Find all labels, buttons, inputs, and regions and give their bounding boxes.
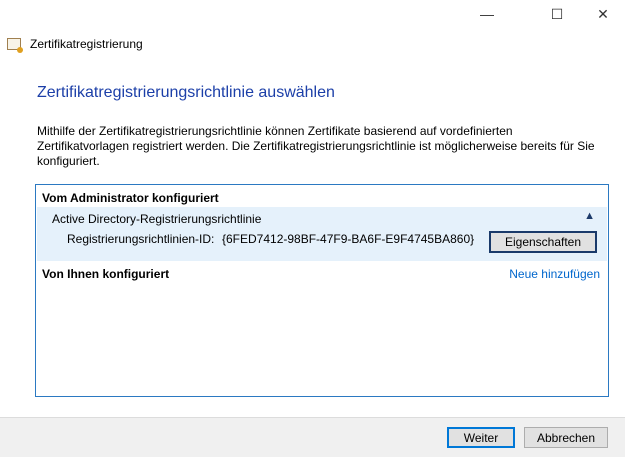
policy-item[interactable]: Active Directory-Registrierungsrichtlini… (37, 207, 607, 261)
maximize-button[interactable]: ☐ (534, 0, 580, 28)
user-section-header: Von Ihnen konfiguriert (42, 267, 170, 281)
close-button[interactable]: ✕ (580, 0, 625, 28)
policy-id-value: {6FED7412-98BF-47F9-BA6F-E9F4745BA860} (222, 232, 475, 246)
next-button[interactable]: Weiter (447, 427, 515, 448)
cancel-button[interactable]: Abbrechen (524, 427, 608, 448)
window-title: Zertifikatregistrierung (30, 37, 143, 51)
minimize-button[interactable]: — (464, 0, 510, 28)
policy-list: Vom Administrator konfiguriert Active Di… (35, 184, 609, 397)
admin-section-header: Vom Administrator konfiguriert (42, 191, 219, 205)
properties-button[interactable]: Eigenschaften (489, 231, 597, 253)
add-new-link[interactable]: Neue hinzufügen (509, 267, 600, 281)
policy-id-label: Registrierungsrichtlinien-ID: (67, 232, 215, 246)
page-description: Mithilfe der Zertifikatregistrierungsric… (37, 124, 595, 168)
policy-name: Active Directory-Registrierungsrichtlini… (52, 212, 262, 226)
chevron-up-icon[interactable]: ▲ (584, 210, 595, 222)
certificate-icon (7, 38, 23, 53)
page-title: Zertifikatregistrierungsrichtlinie auswä… (37, 84, 335, 101)
